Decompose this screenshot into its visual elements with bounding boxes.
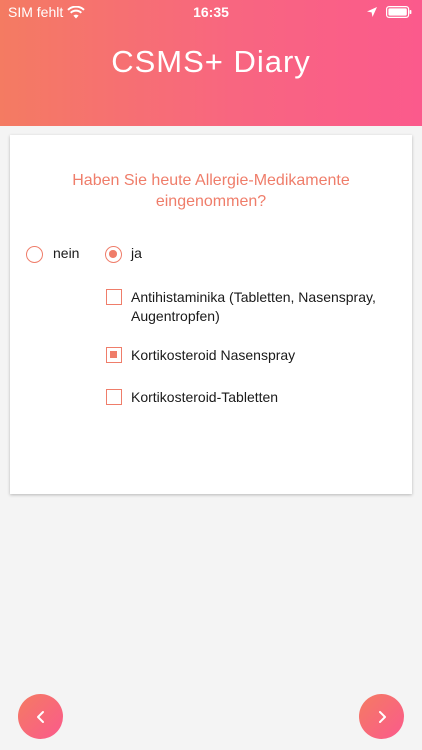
checkbox-checked-fill [110, 351, 117, 358]
checkbox-label-kortikosteroid-nasenspray[interactable]: Kortikosteroid Nasenspray [131, 346, 295, 365]
previous-button[interactable] [18, 694, 63, 739]
status-bar: SIM fehlt 16:35 [0, 0, 422, 24]
app-title: CSMS+ Diary [111, 44, 311, 79]
radio-selected-dot [109, 250, 117, 258]
radio-label-nein[interactable]: nein [53, 245, 79, 261]
checkbox-kortikosteroid-tabletten[interactable] [106, 389, 122, 405]
radio-nein[interactable] [26, 246, 43, 263]
next-button[interactable] [359, 694, 404, 739]
chevron-right-icon [378, 710, 386, 723]
checkbox-kortikosteroid-nasenspray[interactable] [106, 347, 122, 363]
radio-ja[interactable] [105, 246, 122, 263]
app-header: SIM fehlt 16:35 CSMS+ Diary [0, 0, 422, 126]
battery-icon [386, 5, 412, 19]
status-icons [366, 5, 412, 19]
location-icon [366, 5, 378, 17]
question-text: Haben Sie heute Allergie-Medikamente ein… [72, 172, 350, 210]
question-card: Haben Sie heute Allergie-Medikamente ein… [10, 135, 412, 494]
chevron-left-icon [36, 710, 44, 723]
checkbox-label-antihistaminika[interactable]: Antihistaminika (Tabletten, Nasenspray, … [131, 288, 401, 326]
status-time: 16:35 [193, 4, 229, 20]
checkbox-label-kortikosteroid-tabletten[interactable]: Kortikosteroid-Tabletten [131, 388, 278, 407]
radio-label-ja[interactable]: ja [131, 245, 142, 261]
checkbox-antihistaminika[interactable] [106, 289, 122, 305]
